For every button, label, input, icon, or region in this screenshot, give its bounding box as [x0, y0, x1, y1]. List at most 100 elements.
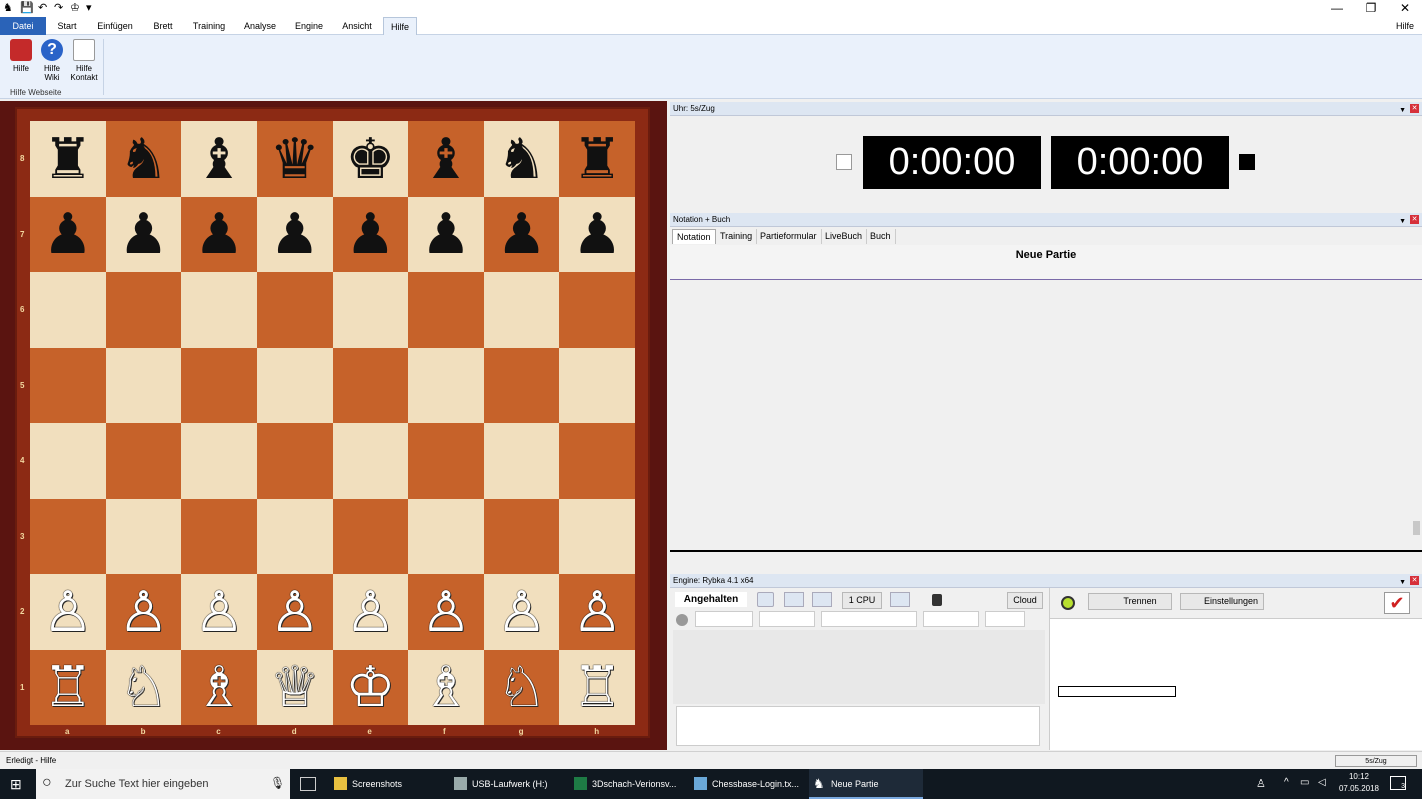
- square-f6[interactable]: [408, 272, 484, 348]
- network-icon[interactable]: ▭: [1300, 777, 1309, 788]
- chess-piece[interactable]: ♗: [421, 659, 471, 715]
- chess-piece[interactable]: ♘: [496, 659, 546, 715]
- chess-piece[interactable]: ♟: [345, 206, 395, 262]
- square-g1[interactable]: ♘: [483, 649, 560, 725]
- square-f3[interactable]: [408, 498, 484, 574]
- chess-piece[interactable]: ♟: [421, 206, 471, 262]
- clock[interactable]: 10:12 07.05.2018: [1338, 771, 1380, 795]
- menu-tab-datei[interactable]: Datei: [0, 17, 46, 35]
- square-h4[interactable]: [559, 423, 635, 499]
- close-icon[interactable]: ✕: [1410, 104, 1419, 113]
- square-d7[interactable]: ♟: [256, 196, 333, 272]
- chess-piece[interactable]: ♜: [43, 130, 93, 187]
- notification-icon[interactable]: 3: [1390, 776, 1406, 790]
- square-a2[interactable]: ♙: [30, 574, 106, 650]
- chess-piece[interactable]: ♙: [496, 583, 546, 640]
- people-icon[interactable]: ♙: [1256, 777, 1266, 790]
- square-b3[interactable]: [105, 498, 182, 574]
- chess-board[interactable]: ♜ ♞ ♝ ♛ ♚ ♝ ♞ ♜ ♟ ♟ ♟ ♟ ♟ ♟ ♟ ♟ ♙ ♙ ♙ ♙ ♙ ♙ ♙ ♙ ♖ ♘ ♗ ♕ ♔ ♗ ♘ ♖: [30, 121, 635, 725]
- square-h6[interactable]: [559, 272, 635, 348]
- microphone-icon[interactable]: 🎙: [270, 776, 285, 790]
- chess-piece[interactable]: ♛: [270, 130, 320, 187]
- square-g2[interactable]: ♙: [483, 574, 560, 650]
- edit-engine-icon[interactable]: [890, 592, 910, 607]
- chess-piece[interactable]: ♖: [572, 659, 622, 715]
- tab-partieformular[interactable]: Partieformular: [756, 229, 822, 244]
- app-help-link[interactable]: Hilfe: [1392, 17, 1418, 35]
- customize-quick-access-icon[interactable]: ▾: [86, 1, 92, 15]
- square-h2[interactable]: ♙: [559, 574, 635, 650]
- square-c2[interactable]: ♙: [181, 574, 257, 650]
- menu-tab-ansicht[interactable]: Ansicht: [336, 17, 378, 35]
- menu-tab-start[interactable]: Start: [50, 17, 84, 35]
- chess-piece[interactable]: ♙: [43, 583, 93, 640]
- zoom-in-icon[interactable]: [784, 592, 804, 607]
- square-g6[interactable]: [483, 272, 560, 348]
- square-a8[interactable]: ♜: [30, 121, 106, 197]
- volume-icon[interactable]: ◁: [1318, 777, 1326, 788]
- scrollbar-thumb[interactable]: [1413, 521, 1420, 535]
- chess-piece[interactable]: ♜: [572, 130, 622, 187]
- help-contact-button[interactable]: Hilfe Kontakt: [69, 39, 99, 82]
- square-f1[interactable]: ♗: [408, 649, 484, 725]
- chess-piece[interactable]: ♝: [194, 130, 244, 187]
- chess-piece[interactable]: ♞: [496, 130, 546, 187]
- chess-piece[interactable]: ♟: [194, 206, 244, 262]
- board-icon[interactable]: ♔: [70, 1, 80, 15]
- chess-piece[interactable]: ♝: [421, 130, 471, 187]
- square-d5[interactable]: [256, 347, 333, 423]
- checkmark-icon[interactable]: ✔: [1384, 592, 1410, 614]
- taskbar-app-screenshots[interactable]: Screenshots: [330, 769, 444, 799]
- settings-button[interactable]: Einstellungen: [1180, 593, 1264, 610]
- square-e4[interactable]: [332, 423, 409, 499]
- notation-scrollbar[interactable]: [1411, 281, 1422, 549]
- restore-button[interactable]: ❐: [1354, 0, 1388, 17]
- chess-piece[interactable]: ♔: [345, 659, 395, 715]
- square-b8[interactable]: ♞: [105, 121, 182, 197]
- lock-icon[interactable]: [932, 594, 942, 606]
- menu-tab-engine[interactable]: Engine: [290, 17, 328, 35]
- cpu-button[interactable]: 1 CPU: [842, 592, 882, 609]
- square-a1[interactable]: ♖: [30, 649, 106, 725]
- square-c3[interactable]: [181, 498, 257, 574]
- square-a3[interactable]: [30, 498, 106, 574]
- panel-menu-icon[interactable]: ▼: [1399, 215, 1406, 229]
- square-c6[interactable]: [181, 272, 257, 348]
- square-h3[interactable]: [559, 498, 635, 574]
- square-d3[interactable]: [256, 498, 333, 574]
- tab-training[interactable]: Training: [716, 229, 758, 244]
- zoom-out-icon[interactable]: [812, 592, 832, 607]
- square-f2[interactable]: ♙: [408, 574, 484, 650]
- square-d1[interactable]: ♕: [256, 649, 333, 725]
- square-b7[interactable]: ♟: [105, 196, 182, 272]
- square-a6[interactable]: [30, 272, 106, 348]
- square-h7[interactable]: ♟: [559, 196, 635, 272]
- chess-piece[interactable]: ♘: [118, 659, 168, 715]
- square-b5[interactable]: [105, 347, 182, 423]
- square-b4[interactable]: [105, 423, 182, 499]
- square-e2[interactable]: ♙: [332, 574, 409, 650]
- square-b1[interactable]: ♘: [105, 649, 182, 725]
- tab-livebuch[interactable]: LiveBuch: [821, 229, 868, 244]
- play-engine-icon[interactable]: [757, 592, 774, 607]
- square-f7[interactable]: ♟: [408, 196, 484, 272]
- taskbar-app-chessbase[interactable]: ♞ Neue Partie: [809, 769, 923, 799]
- square-g3[interactable]: [483, 498, 560, 574]
- square-f8[interactable]: ♝: [408, 121, 484, 197]
- square-e5[interactable]: [332, 347, 409, 423]
- square-d8[interactable]: ♛: [256, 121, 333, 197]
- square-g5[interactable]: [483, 347, 560, 423]
- square-d2[interactable]: ♙: [256, 574, 333, 650]
- chess-piece[interactable]: ♟: [496, 206, 546, 262]
- chess-piece[interactable]: ♙: [345, 583, 395, 640]
- chess-piece[interactable]: ♕: [270, 659, 320, 715]
- square-g4[interactable]: [483, 423, 560, 499]
- menu-tab-brett[interactable]: Brett: [146, 17, 180, 35]
- chess-piece[interactable]: ♙: [572, 583, 622, 640]
- task-view-icon[interactable]: [300, 777, 316, 791]
- close-icon[interactable]: ✕: [1410, 215, 1419, 224]
- square-b6[interactable]: [105, 272, 182, 348]
- square-h5[interactable]: [559, 347, 635, 423]
- square-e8[interactable]: ♚: [332, 121, 409, 197]
- redo-icon[interactable]: ↷: [54, 1, 63, 15]
